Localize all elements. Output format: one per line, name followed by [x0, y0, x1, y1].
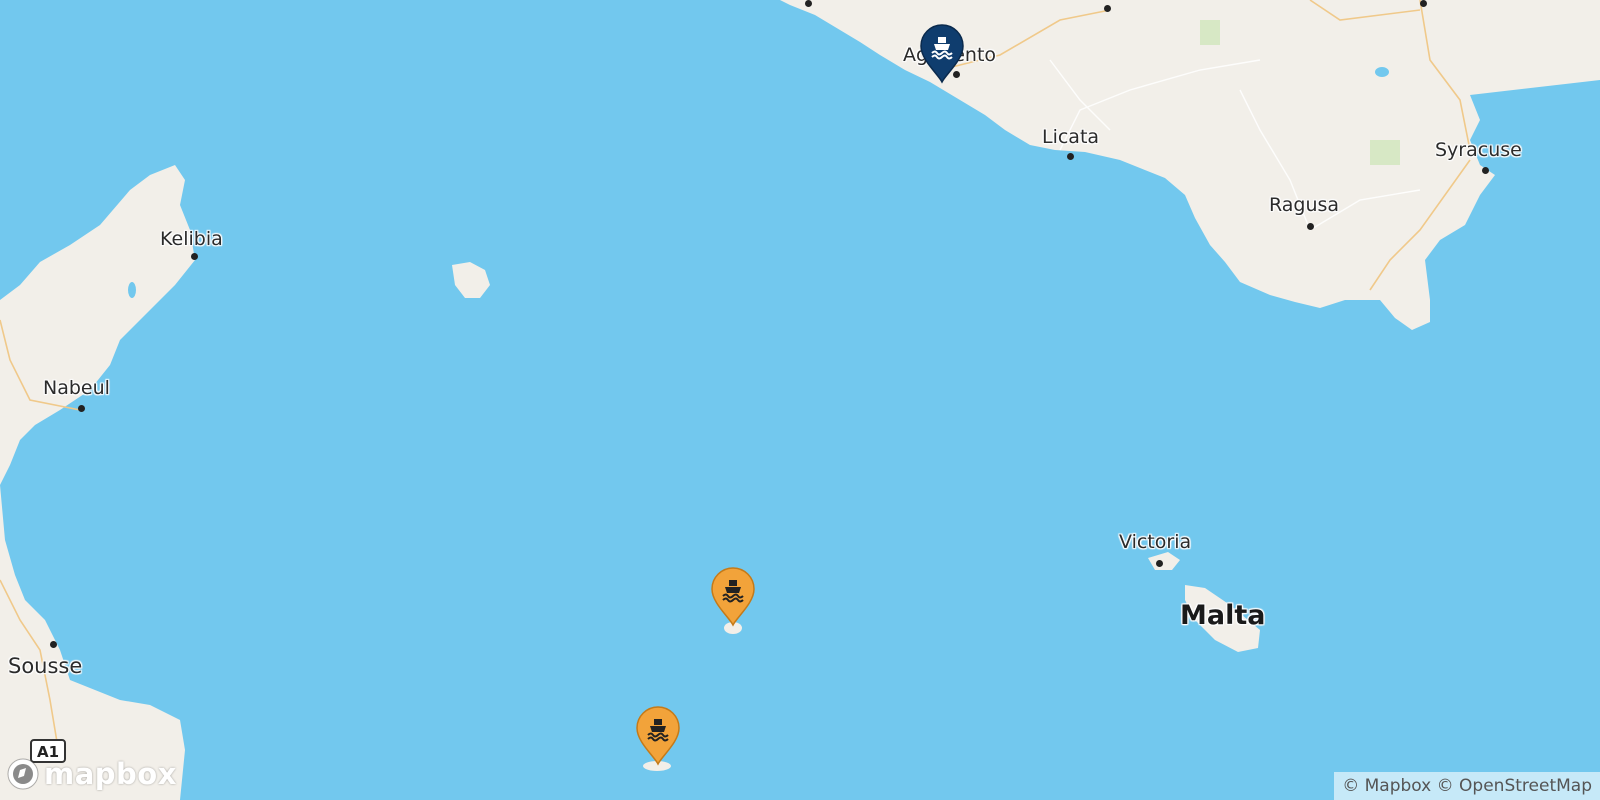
mapbox-logo[interactable]: mapbox [6, 756, 177, 792]
land-tunisia [0, 165, 195, 800]
place-label-nabeul: Nabeul [43, 377, 110, 399]
mapbox-logo-text: mapbox [44, 757, 177, 791]
place-label-syracuse: Syracuse [1435, 139, 1522, 161]
town-dot-syracuse [1482, 167, 1489, 174]
town-dot-north3 [1420, 0, 1427, 7]
lake [1375, 67, 1389, 77]
place-label-victoria: Victoria [1119, 531, 1192, 553]
town-dot-kelibia [191, 253, 198, 260]
place-label-malta: Malta [1180, 600, 1266, 631]
town-dot-north1 [805, 0, 812, 7]
land-pantelleria [452, 262, 490, 298]
ferry-icon [636, 706, 680, 766]
town-dot-ragusa [1307, 223, 1314, 230]
town-dot-sousse [50, 641, 57, 648]
ferry-icon [920, 24, 964, 84]
town-dot-north2 [1104, 5, 1111, 12]
ferry-icon [711, 567, 755, 627]
port-marker-porto-empedocle[interactable] [919, 24, 965, 84]
lake [128, 282, 136, 298]
land-gozo [1148, 552, 1180, 570]
park-area [1200, 20, 1220, 45]
town-dot-victoria [1156, 560, 1163, 567]
place-label-ragusa: Ragusa [1269, 194, 1340, 216]
town-dot-nabeul [78, 405, 85, 412]
town-dot-licata [1067, 153, 1074, 160]
port-marker-lampedusa[interactable] [635, 706, 681, 766]
map-attribution[interactable]: © Mapbox © OpenStreetMap [1334, 772, 1600, 800]
map-canvas[interactable]: Agrigento Licata Syracuse Ragusa Kelibia… [0, 0, 1600, 800]
port-marker-linosa[interactable] [710, 567, 756, 627]
place-label-sousse: Sousse [8, 654, 83, 678]
place-label-licata: Licata [1042, 126, 1100, 148]
place-label-kelibia: Kelibia [160, 228, 223, 250]
park-area [1370, 140, 1400, 165]
mapbox-logo-icon [7, 758, 39, 790]
map-basemap [0, 0, 1600, 800]
